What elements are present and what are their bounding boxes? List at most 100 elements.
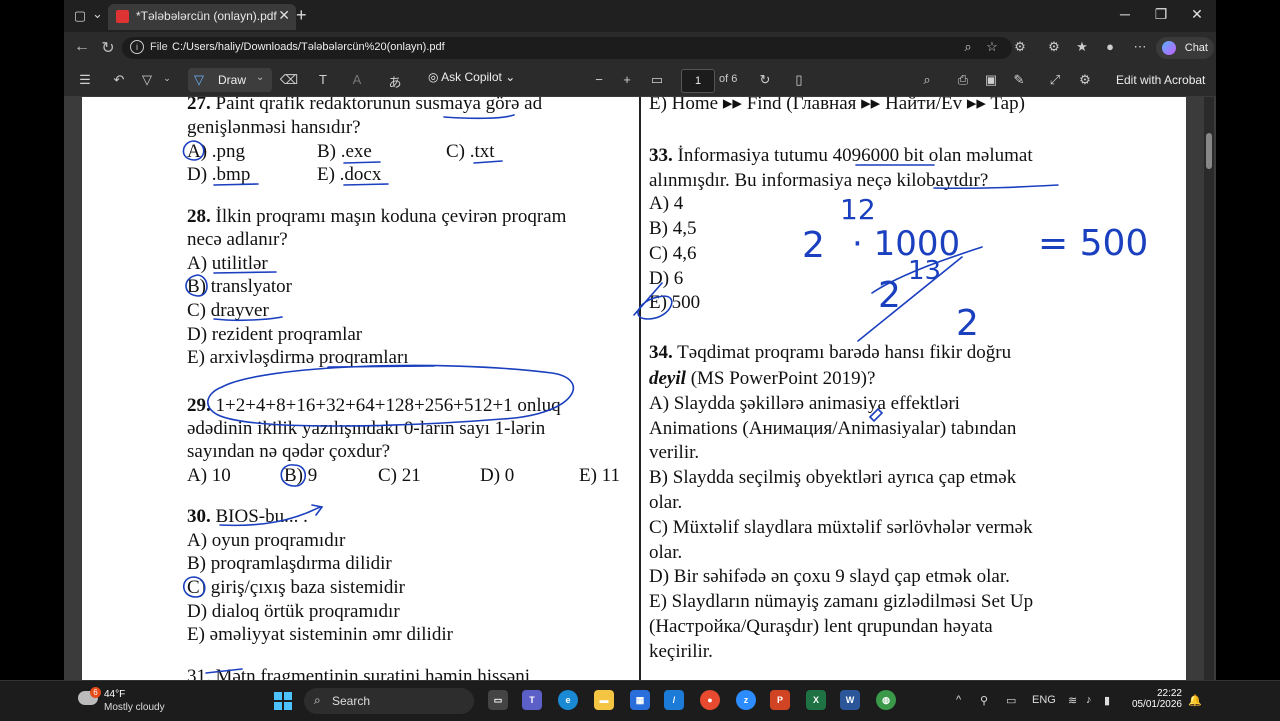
- taskbar-search[interactable]: ⌕ Search: [304, 688, 474, 714]
- browser-window: ▢ ⌄ *Tələbələrcün (onlayn).pdf ✕ + ─ ❐ ✕…: [64, 0, 1216, 680]
- option-34-a-line3: verilir.: [649, 442, 700, 463]
- option-34-e-line2: (Настройка/Quraşdır) lent qrupundan həya…: [649, 616, 993, 637]
- option-28-d: D) rezident proqramlar: [187, 324, 363, 345]
- save-as-icon[interactable]: ✎: [1008, 72, 1030, 88]
- column-divider: [639, 97, 641, 680]
- refresh-icon[interactable]: ↻: [96, 38, 120, 58]
- fullscreen-icon[interactable]: ⤢: [1044, 72, 1066, 88]
- option-34-d: D) Bir səhifədə ən çoxu 9 slayd çap etmə…: [649, 566, 1010, 587]
- ink-number-2-bottom: 2: [956, 303, 979, 344]
- edge-icon[interactable]: e: [558, 690, 578, 710]
- eraser-icon[interactable]: ⌫: [278, 72, 300, 88]
- ink-exponent-13: 13: [908, 256, 941, 286]
- option-34-c-line1: C) Müxtəlif slaydlara müxtəlif sərlövhəl…: [649, 517, 1033, 538]
- extensions-icon[interactable]: ⚙: [1010, 39, 1030, 55]
- document-viewer[interactable]: 27. Paint qrafik redaktorunun susmaya gö…: [64, 97, 1216, 680]
- info-icon[interactable]: i: [130, 40, 144, 54]
- task-view-icon[interactable]: ▭: [488, 690, 508, 710]
- zoom-in-icon[interactable]: +: [616, 72, 638, 87]
- undo-icon[interactable]: ↶: [108, 72, 130, 88]
- close-window-icon[interactable]: ✕: [1182, 6, 1212, 23]
- option-33-c: C) 4,6: [649, 243, 697, 264]
- more-icon[interactable]: ⋯: [1130, 39, 1150, 55]
- option-29-c: C) 21: [378, 465, 421, 486]
- word-icon[interactable]: W: [840, 690, 860, 710]
- page-total: of 6: [719, 73, 738, 85]
- zoom-out-icon[interactable]: −: [588, 72, 610, 87]
- tab-actions-icon[interactable]: ▢: [66, 6, 94, 26]
- favorites-icon[interactable]: ★: [1072, 39, 1092, 55]
- fit-page-icon[interactable]: ▭: [646, 72, 668, 88]
- question-29-line1: 29. 1+2+4+8+16+32+64+128+256+512+1 onluq: [187, 395, 561, 416]
- zoom-icon[interactable]: ⌕: [958, 39, 978, 55]
- minimize-icon[interactable]: ─: [1110, 6, 1140, 22]
- chevron-down-icon[interactable]: ⌄: [156, 73, 178, 84]
- start-button[interactable]: [274, 692, 292, 710]
- language-indicator[interactable]: ENG: [1032, 694, 1056, 706]
- powerpoint-icon[interactable]: P: [770, 690, 790, 710]
- new-tab-button[interactable]: +: [296, 5, 307, 26]
- page-view-icon[interactable]: ▯: [788, 72, 810, 88]
- close-tab-icon[interactable]: ✕: [278, 7, 290, 24]
- print-icon[interactable]: ⎙: [952, 72, 974, 88]
- option-28-c: C) drayver: [187, 300, 269, 321]
- tab-pdf[interactable]: *Tələbələrcün (onlayn).pdf ✕: [108, 4, 296, 30]
- favorite-star-icon[interactable]: ☆: [982, 39, 1002, 55]
- page-number-input[interactable]: 1: [681, 69, 715, 93]
- globe-icon[interactable]: ◍: [876, 690, 896, 710]
- scrollbar-thumb[interactable]: [1206, 133, 1212, 169]
- clock[interactable]: 22:22 05/01/2026: [1122, 688, 1182, 710]
- option-27-c: C) .txt: [446, 141, 495, 162]
- chevron-down-icon: ⌄: [501, 70, 516, 84]
- network-icon[interactable]: ⚲: [980, 694, 988, 707]
- option-34-a-line2: Animations (Анимация/Animasiyalar) tabın…: [649, 418, 1017, 439]
- question-31-line1: 31. Mətn fragmentinin suratini həmin his…: [187, 666, 531, 680]
- text-box-icon[interactable]: T: [312, 72, 334, 87]
- option-30-d: D) dialoq örtük proqramıdır: [187, 601, 400, 622]
- battery-icon[interactable]: ▮: [1104, 694, 1110, 707]
- question-29-line3: sayından nə qədər çoxdur?: [187, 441, 391, 462]
- maximize-icon[interactable]: ❐: [1146, 6, 1176, 23]
- address-bar[interactable]: i File C:/Users/haliy/Downloads/Tələbələ…: [122, 37, 1012, 59]
- pen-app-icon[interactable]: /: [664, 690, 684, 710]
- contents-icon[interactable]: ☰: [74, 72, 96, 88]
- save-icon[interactable]: ▣: [980, 72, 1002, 88]
- question-34-line1: 34. Təqdimat proqramı barədə hansı fikir…: [649, 342, 1012, 363]
- teams-icon[interactable]: T: [522, 690, 542, 710]
- option-33-b: B) 4,5: [649, 218, 697, 239]
- wifi-icon[interactable]: ≋: [1068, 694, 1077, 707]
- settings-icon[interactable]: ⚙: [1044, 39, 1064, 55]
- ink-slash-fraction: [857, 256, 963, 342]
- file-explorer-icon[interactable]: ▬: [594, 690, 614, 710]
- display-icon[interactable]: ▭: [1006, 694, 1016, 707]
- store-icon[interactable]: ▦: [630, 690, 650, 710]
- draw-button[interactable]: ▽ Draw ⌄: [188, 68, 272, 92]
- chevron-up-icon[interactable]: ^: [956, 694, 961, 706]
- option-30-b: B) proqramlaşdırma dilidir: [187, 553, 392, 574]
- read-aloud-icon[interactable]: あ: [384, 72, 406, 91]
- back-icon[interactable]: ←: [70, 38, 94, 56]
- weather-condition: Mostly cloudy: [104, 702, 165, 713]
- profile-avatar[interactable]: ●: [1100, 39, 1120, 54]
- highlight-icon[interactable]: ▽: [136, 72, 158, 88]
- rotate-icon[interactable]: ↻: [754, 72, 776, 88]
- ink-times-1000: · 1000: [852, 224, 960, 264]
- chat-button[interactable]: Chat: [1156, 37, 1214, 59]
- excel-icon[interactable]: X: [806, 690, 826, 710]
- option-34-a-line1: A) Slaydda şəkillərə animasiya effektlər…: [649, 393, 960, 414]
- ask-copilot-button[interactable]: ◎ Ask Copilot ⌄: [428, 70, 515, 84]
- edit-with-acrobat-button[interactable]: Edit with Acrobat: [1116, 73, 1205, 87]
- zoom-app-icon[interactable]: z: [736, 690, 756, 710]
- copilot-icon: ◎: [428, 70, 442, 84]
- notification-bell-icon[interactable]: 🔔: [1188, 694, 1202, 707]
- volume-icon[interactable]: ♪: [1086, 694, 1092, 706]
- chrome-icon[interactable]: ●: [700, 690, 720, 710]
- gear-icon[interactable]: ⚙: [1074, 72, 1096, 88]
- option-34-b-line1: B) Slaydda seçilmiş obyektləri ayrıca ça…: [649, 467, 1017, 488]
- pdf-icon: [116, 10, 129, 23]
- address-url[interactable]: C:/Users/haliy/Downloads/Tələbələrcün%20…: [172, 41, 445, 53]
- scrollbar[interactable]: [1204, 97, 1214, 680]
- chevron-down-icon[interactable]: ⌄: [92, 4, 103, 24]
- search-icon[interactable]: ⌕: [916, 72, 938, 88]
- question-34-line2: deyil (MS PowerPoint 2019)?: [649, 368, 876, 389]
